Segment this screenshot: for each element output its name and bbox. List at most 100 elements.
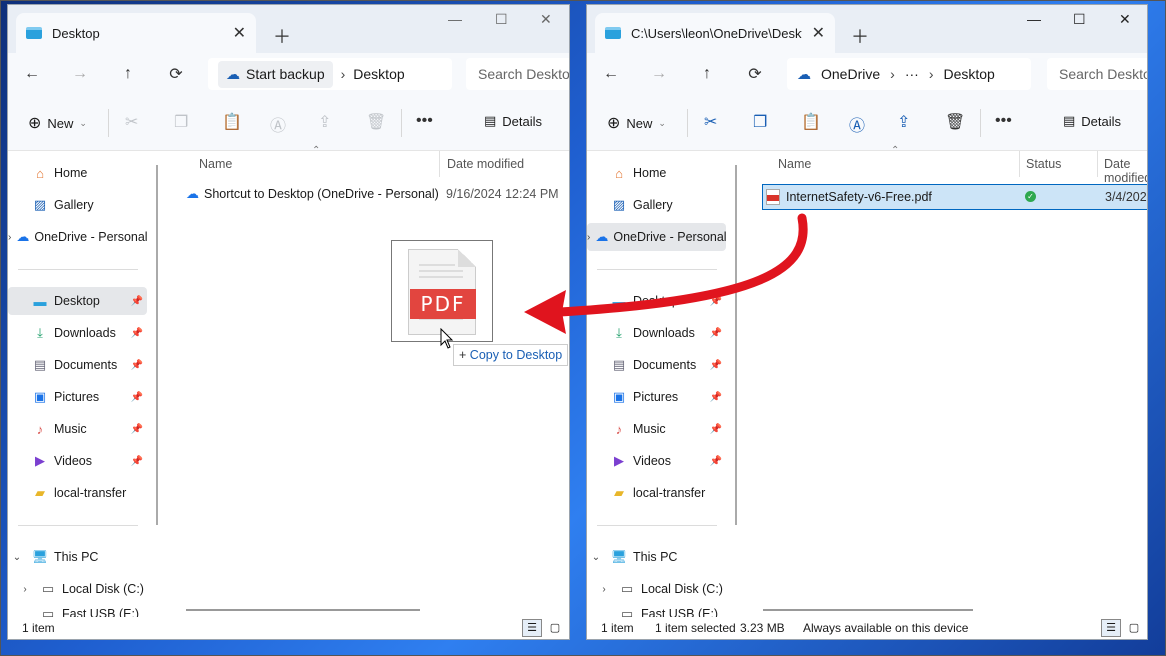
new-tab-icon[interactable]: ＋ — [273, 23, 291, 49]
cut-icon[interactable]: ✂ — [704, 112, 717, 132]
nav-pictures[interactable]: ▣ Pictures 📌 — [8, 383, 147, 411]
new-button[interactable]: ⊕ New ⌄ — [28, 113, 87, 133]
nav-onedrive[interactable]: › ☁ OneDrive - Personal — [587, 223, 726, 251]
nav-music[interactable]: ♪ Music 📌 — [8, 415, 147, 443]
tiles-view-icon[interactable]: ▢ — [545, 619, 565, 637]
pin-icon[interactable]: 📌 — [710, 360, 722, 371]
pin-icon[interactable]: 📌 — [710, 328, 722, 339]
pin-icon[interactable]: 📌 — [131, 328, 143, 339]
back-icon[interactable]: ← — [587, 65, 635, 83]
pin-icon[interactable]: 📌 — [710, 456, 722, 467]
nav-documents[interactable]: ▤ Documents 📌 — [8, 351, 147, 379]
breadcrumb[interactable]: ☁ Start backup › Desktop — [208, 58, 452, 90]
forward-icon[interactable]: → — [635, 65, 683, 83]
pin-icon[interactable]: 📌 — [710, 392, 722, 403]
up-icon[interactable]: ↑ — [104, 65, 152, 83]
pin-icon[interactable]: 📌 — [710, 296, 722, 307]
nav-gallery[interactable]: ▨ Gallery — [8, 191, 147, 219]
refresh-icon[interactable]: ⟳ — [152, 64, 200, 84]
tab-onedrive-desktop[interactable]: C:\Users\leon\OneDrive\Desktop ✕ — [595, 13, 835, 53]
minimize-icon[interactable]: — — [1027, 11, 1041, 27]
paste-icon[interactable]: 📋 — [222, 112, 242, 132]
column-header-name[interactable]: Name — [778, 157, 811, 171]
more-icon[interactable]: ••• — [995, 112, 1012, 130]
nav-this-pc[interactable]: ⌄ 🖥 This PC — [8, 543, 147, 571]
paste-icon[interactable]: 📋 — [801, 112, 821, 132]
chevron-right-icon[interactable]: › — [587, 232, 590, 243]
nav-gallery[interactable]: ▨ Gallery — [587, 191, 726, 219]
close-window-icon[interactable]: ✕ — [540, 11, 552, 28]
nav-local-disk[interactable]: › ▭ Local Disk (C:) — [16, 575, 155, 603]
nav-local-transfer[interactable]: ▰ local-transfer — [8, 479, 147, 507]
nav-desktop[interactable]: ▬ Desktop 📌 — [8, 287, 147, 315]
nav-local-disk[interactable]: › ▭ Local Disk (C:) — [595, 575, 734, 603]
column-header-name[interactable]: Name — [199, 157, 232, 171]
share-icon[interactable]: ⇪ — [318, 112, 331, 132]
share-icon[interactable]: ⇪ — [897, 112, 910, 132]
back-icon[interactable]: ← — [8, 65, 56, 83]
more-icon[interactable]: ••• — [416, 112, 433, 130]
file-row[interactable]: ☁ Shortcut to Desktop (OneDrive - Person… — [186, 181, 559, 207]
chevron-right-icon[interactable]: › — [16, 584, 34, 595]
tab-desktop[interactable]: Desktop ✕ — [16, 13, 256, 53]
new-tab-icon[interactable]: ＋ — [851, 23, 869, 49]
pin-icon[interactable]: 📌 — [131, 424, 143, 435]
nav-documents[interactable]: ▤ Documents 📌 — [587, 351, 726, 379]
details-button[interactable]: ▤ Details — [1063, 113, 1121, 129]
maximize-icon[interactable]: ☐ — [1073, 11, 1086, 28]
chevron-down-icon[interactable]: ⌄ — [8, 552, 26, 563]
rename-icon[interactable]: Ⓐ — [270, 112, 286, 136]
copy-icon[interactable]: ❐ — [174, 112, 188, 132]
search-input[interactable]: Search Desktop — [466, 58, 569, 90]
breadcrumb-onedrive[interactable]: OneDrive — [821, 66, 880, 82]
nav-home[interactable]: ⌂ Home — [8, 159, 147, 187]
close-tab-icon[interactable]: ✕ — [812, 23, 825, 43]
nav-videos[interactable]: ▶ Videos 📌 — [587, 447, 726, 475]
breadcrumb-desktop[interactable]: Desktop — [353, 66, 404, 82]
pin-icon[interactable]: 📌 — [131, 296, 143, 307]
nav-local-transfer[interactable]: ▰ local-transfer — [587, 479, 726, 507]
nav-videos[interactable]: ▶ Videos 📌 — [8, 447, 147, 475]
pin-icon[interactable]: 📌 — [131, 360, 143, 371]
up-icon[interactable]: ↑ — [683, 65, 731, 83]
nav-scrollbar[interactable] — [156, 165, 158, 525]
chevron-right-icon[interactable]: › — [595, 584, 613, 595]
start-backup-button[interactable]: ☁ Start backup — [218, 60, 333, 88]
close-window-icon[interactable]: ✕ — [1119, 11, 1131, 28]
nav-music[interactable]: ♪ Music 📌 — [587, 415, 726, 443]
pin-icon[interactable]: 📌 — [710, 424, 722, 435]
file-row[interactable]: InternetSafety-v6-Free.pdf ✓ 3/4/2023 — [762, 184, 1147, 210]
search-input[interactable]: Search Desktop — [1047, 58, 1147, 90]
forward-icon[interactable]: → — [56, 65, 104, 83]
nav-home[interactable]: ⌂ Home — [587, 159, 726, 187]
delete-icon[interactable]: 🗑 — [366, 112, 386, 132]
close-tab-icon[interactable]: ✕ — [233, 23, 246, 43]
nav-onedrive[interactable]: › ☁ OneDrive - Personal — [8, 223, 147, 251]
pin-icon[interactable]: 📌 — [131, 392, 143, 403]
maximize-icon[interactable]: ☐ — [495, 11, 508, 28]
column-header-status[interactable]: Status — [1026, 157, 1061, 171]
cut-icon[interactable]: ✂ — [125, 112, 138, 132]
nav-downloads[interactable]: ⤓ Downloads 📌 — [8, 319, 147, 347]
minimize-icon[interactable]: — — [448, 11, 462, 27]
tiles-view-icon[interactable]: ▢ — [1124, 619, 1144, 637]
nav-downloads[interactable]: ⤓ Downloads 📌 — [587, 319, 726, 347]
chevron-right-icon[interactable]: › — [8, 232, 11, 243]
breadcrumb[interactable]: ☁ OneDrive › ··· › Desktop — [787, 58, 1031, 90]
rename-icon[interactable]: Ⓐ — [849, 112, 865, 136]
pin-icon[interactable]: 📌 — [131, 456, 143, 467]
details-view-icon[interactable]: ☰ — [522, 619, 542, 637]
horizontal-scrollbar[interactable] — [763, 609, 973, 611]
nav-scrollbar[interactable] — [735, 165, 737, 525]
column-header-date[interactable]: Date modified — [447, 157, 524, 171]
details-view-icon[interactable]: ☰ — [1101, 619, 1121, 637]
copy-icon[interactable]: ❐ — [753, 112, 767, 132]
column-header-date[interactable]: Date modified — [1104, 157, 1147, 185]
nav-this-pc[interactable]: ⌄ 🖥 This PC — [587, 543, 726, 571]
nav-pictures[interactable]: ▣ Pictures 📌 — [587, 383, 726, 411]
details-button[interactable]: ▤ Details — [484, 113, 542, 129]
refresh-icon[interactable]: ⟳ — [731, 64, 779, 84]
horizontal-scrollbar[interactable] — [186, 609, 420, 611]
new-button[interactable]: ⊕ New ⌄ — [607, 113, 666, 133]
delete-icon[interactable]: 🗑 — [945, 112, 965, 132]
